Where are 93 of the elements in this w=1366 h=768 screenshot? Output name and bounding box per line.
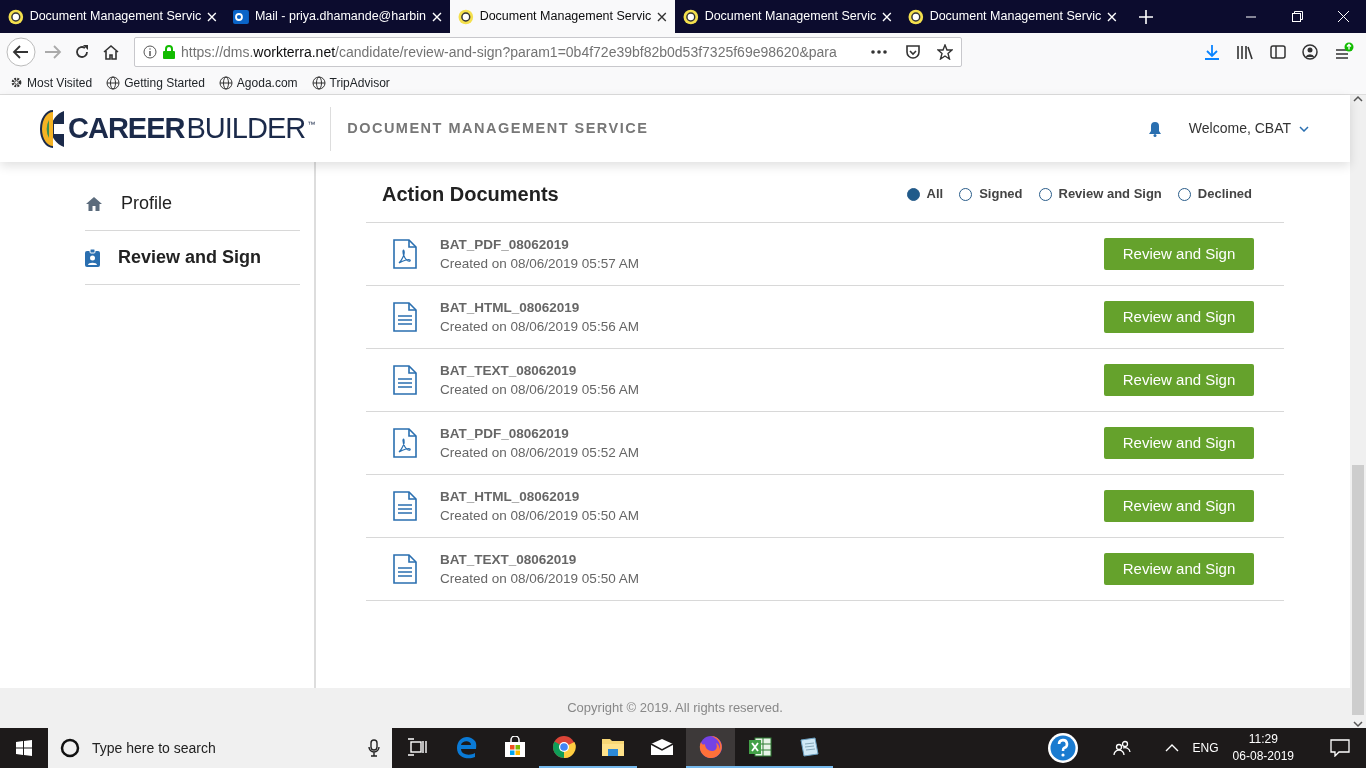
lock-icon	[163, 45, 175, 59]
microphone-icon	[368, 739, 380, 757]
account-icon[interactable]	[1302, 44, 1318, 60]
reload-icon[interactable]	[74, 44, 90, 60]
language-indicator[interactable]: ENG	[1192, 739, 1219, 757]
chevron-up-icon[interactable]	[1164, 744, 1179, 752]
globe-icon	[106, 75, 121, 90]
library-icon[interactable]	[1236, 44, 1254, 60]
address-bar[interactable]: https://dms.workterra.net/candidate/review-and-sign?param1=0b4f72e39bf82b0d53f7325f69e98620&para	[134, 37, 962, 67]
gear-icon	[10, 76, 23, 89]
document-name[interactable]: BAT_PDF_08062019	[440, 424, 639, 443]
sidebar-item[interactable]: Profile	[85, 177, 300, 231]
document-icon	[392, 491, 418, 521]
bookmark-link[interactable]: Getting Started	[106, 73, 205, 92]
bell-icon[interactable]	[1147, 120, 1162, 137]
scroll-up-icon[interactable]	[1353, 95, 1363, 103]
document-icon	[392, 302, 418, 332]
bookmark-link[interactable]: TripAdvisor	[311, 73, 390, 92]
filter-radio[interactable]: Review and Sign	[1038, 184, 1162, 204]
browser-tab[interactable]: Document Management Servic	[675, 0, 900, 33]
people-icon[interactable]	[1112, 740, 1131, 756]
star-icon[interactable]	[937, 44, 953, 60]
download-icon[interactable]	[1204, 44, 1220, 60]
scrollbar[interactable]	[1350, 95, 1366, 728]
logo-mark-icon	[40, 107, 66, 150]
taskbar-search-field[interactable]: Type here to search	[90, 736, 358, 760]
windows-start-icon[interactable]	[16, 740, 32, 756]
home-icon	[85, 195, 103, 212]
bookmark-link[interactable]: Most Visited	[10, 73, 93, 92]
browser-tab[interactable]: Document Management Servic	[900, 0, 1125, 33]
browser-tab[interactable]: Document Management Servic	[450, 0, 675, 33]
notification-icon[interactable]	[1330, 739, 1350, 757]
document-name[interactable]: BAT_HTML_08062019	[440, 298, 639, 317]
id-badge-icon	[85, 248, 100, 267]
created-date: Created on 08/06/2019 05:56 AM	[440, 318, 639, 336]
created-date: Created on 08/06/2019 05:50 AM	[440, 507, 639, 525]
taskbar-search-box[interactable]: Type here to search	[48, 728, 392, 768]
sidebar-icon[interactable]	[1270, 45, 1286, 59]
radio-circle[interactable]	[906, 187, 920, 201]
bookmark-link[interactable]: Agoda.com	[218, 73, 298, 92]
notepad-icon[interactable]	[797, 736, 820, 758]
document-icon	[392, 554, 418, 584]
menu-icon[interactable]	[1334, 42, 1354, 62]
pocket-icon[interactable]	[905, 44, 921, 60]
site-logo-icon	[8, 8, 24, 25]
careerbuilder-logo: CAREERBUILDER$^{™}$	[40, 106, 332, 151]
document-name[interactable]: BAT_PDF_08062019	[440, 235, 639, 254]
more-icon[interactable]	[871, 50, 887, 54]
pdf-file-icon	[392, 239, 418, 269]
minimize-icon[interactable]	[1246, 15, 1256, 18]
user-menu[interactable]: Welcome, CBAT	[1187, 117, 1310, 140]
back-icon[interactable]	[6, 37, 36, 67]
document-name[interactable]: BAT_TEXT_08062019	[440, 361, 639, 380]
site-logo-icon	[458, 8, 474, 25]
section-title: Action Documents	[382, 182, 559, 206]
browser-tab[interactable]: Document Management Servic	[0, 0, 225, 33]
cortana-icon	[60, 738, 80, 758]
document-name[interactable]: BAT_TEXT_08062019	[440, 550, 639, 569]
task-view-icon[interactable]	[406, 738, 427, 756]
site-logo-icon	[908, 8, 924, 25]
site-logo-icon	[683, 8, 699, 25]
clock[interactable]: 11:29 06-08-2019	[1232, 731, 1294, 765]
help-icon[interactable]	[1046, 732, 1079, 764]
created-date: Created on 08/06/2019 05:52 AM	[440, 444, 639, 462]
copyright-text: Copyright © 2019. All rights reserved.	[567, 699, 783, 718]
browser-tab[interactable]: Mail - priya.dhamande@harbin	[225, 0, 450, 33]
created-date: Created on 08/06/2019 05:57 AM	[440, 255, 639, 273]
chrome-icon[interactable]	[551, 735, 576, 759]
globe-icon	[311, 75, 326, 90]
created-date: Created on 08/06/2019 05:56 AM	[440, 381, 639, 399]
fox-globe-icon[interactable]	[697, 734, 724, 760]
envelope-icon[interactable]	[649, 738, 674, 756]
document-icon	[392, 365, 418, 395]
restore-icon[interactable]	[1291, 11, 1303, 22]
home-icon[interactable]	[102, 44, 120, 60]
pdf-file-icon	[392, 428, 418, 458]
scroll-down-icon[interactable]	[1353, 720, 1363, 728]
close-icon[interactable]	[657, 11, 667, 22]
info-icon	[143, 45, 157, 59]
globe-icon	[218, 75, 233, 90]
filter-radio[interactable]: All	[906, 184, 944, 204]
filter-radio[interactable]: Declined	[1177, 184, 1252, 204]
folder-icon[interactable]	[600, 736, 625, 758]
mail-app-icon	[233, 8, 249, 25]
created-date: Created on 08/06/2019 05:50 AM	[440, 570, 639, 588]
spreadsheet-icon[interactable]	[747, 735, 772, 759]
service-title: DOCUMENT MANAGEMENT SERVICE	[347, 118, 649, 138]
document-name[interactable]: BAT_HTML_08062019	[440, 487, 639, 506]
sidebar-item[interactable]: Review and Sign	[85, 231, 300, 285]
new-tab-icon[interactable]	[1139, 9, 1153, 24]
chevron-down-icon	[1299, 125, 1309, 132]
filter-radio[interactable]: Signed	[959, 184, 1023, 204]
store-bag-icon[interactable]	[503, 736, 526, 758]
